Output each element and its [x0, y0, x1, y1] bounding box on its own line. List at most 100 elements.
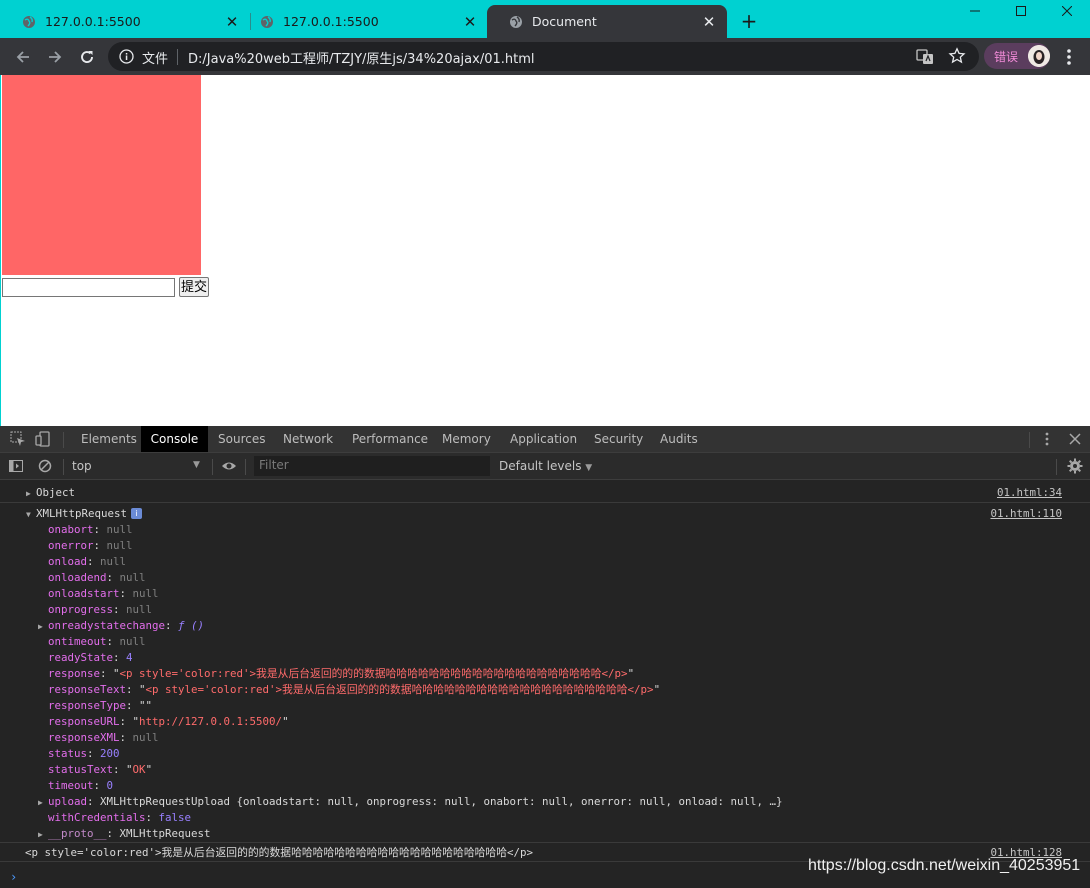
property-row: onprogress: null	[48, 603, 153, 616]
expand-triangle-icon[interactable]: ▶	[38, 795, 48, 811]
more-vert-icon[interactable]	[1039, 431, 1055, 447]
minimize-button[interactable]	[952, 0, 998, 22]
star-icon[interactable]	[948, 47, 966, 65]
log-levels-dropdown[interactable]: Default levels ▼	[499, 459, 592, 473]
source-link[interactable]: 01.html:34	[997, 485, 1062, 501]
expand-triangle-icon[interactable]: ▶	[38, 619, 48, 635]
property-key: onerror	[48, 539, 94, 552]
close-tab-icon[interactable]: ✕	[462, 14, 478, 30]
property-row: statusText: "OK"	[48, 763, 153, 776]
property-key: __proto__	[48, 827, 107, 840]
property-row: onload: null	[48, 555, 127, 568]
globe-icon	[23, 15, 35, 28]
property-row: status: 200	[48, 747, 120, 760]
tab-elements[interactable]: Elements	[73, 426, 145, 452]
back-button[interactable]	[10, 44, 36, 70]
tab-sources[interactable]: Sources	[210, 426, 273, 452]
reload-icon	[81, 51, 93, 63]
property-value: ƒ ()	[178, 619, 205, 632]
text-input[interactable]	[2, 278, 175, 297]
console-message[interactable]: ▶ Object 01.html:34	[0, 485, 1090, 503]
inspect-element-icon[interactable]	[10, 431, 26, 447]
property-key: status	[48, 747, 88, 760]
profile-button[interactable]: 错误	[984, 43, 1050, 69]
property-row: onerror: null	[48, 539, 133, 552]
console-message[interactable]: ▼ XMLHttpRequest i 01.html:110	[0, 506, 1090, 522]
tab-audits[interactable]: Audits	[652, 426, 706, 452]
property-row: ontimeout: null	[48, 635, 146, 648]
property-row[interactable]: ▶ upload: XMLHttpRequestUpload {onloadsta…	[0, 794, 1090, 810]
property-value: XMLHttpRequestUpload {onloadstart: null,…	[100, 795, 783, 808]
info-badge-icon[interactable]: i	[131, 508, 143, 519]
divider	[63, 459, 64, 475]
property-value: 4	[126, 651, 133, 664]
forward-button[interactable]	[42, 44, 68, 70]
red-box	[2, 75, 201, 275]
expand-triangle-icon[interactable]: ▶	[38, 827, 48, 843]
tab-application[interactable]: Application	[502, 426, 585, 452]
tab-title: 127.0.0.1:5500	[283, 14, 379, 29]
maximize-button[interactable]	[998, 0, 1044, 22]
property-value: null	[100, 555, 127, 568]
property-key: upload	[48, 795, 88, 808]
console-prompt-icon[interactable]: ›	[10, 870, 17, 884]
tab-network[interactable]: Network	[275, 426, 341, 452]
address-bar[interactable]: 文件 D:/Java%20web工程师/TZJY/原生js/34%20ajax/…	[108, 42, 979, 71]
property-value: null	[119, 571, 146, 584]
divider	[1056, 459, 1057, 475]
property-row[interactable]: ▶ onreadystatechange: ƒ ()	[0, 618, 1090, 634]
close-devtools-icon[interactable]	[1067, 431, 1083, 447]
browser-tab-3[interactable]: Document ✕	[487, 5, 727, 38]
browser-tab-1[interactable]: 127.0.0.1:5500 ✕	[0, 5, 250, 38]
property-value: XMLHttpRequest	[119, 827, 211, 840]
property-key: ontimeout	[48, 635, 107, 648]
property-value: null	[132, 731, 159, 744]
property-key: responseXML	[48, 731, 120, 744]
property-value: null	[106, 539, 133, 552]
source-link[interactable]: 01.html:110	[990, 506, 1062, 522]
browser-tab-2[interactable]: 127.0.0.1:5500 ✕	[238, 5, 488, 38]
property-value: <p style='color:red'>我是从后台返回的的的数据哈哈哈哈哈哈哈…	[145, 683, 654, 696]
avatar	[1028, 45, 1050, 67]
context-select[interactable]: top	[72, 459, 204, 473]
tab-title: 127.0.0.1:5500	[45, 14, 141, 29]
dropdown-arrow-icon: ▼	[193, 460, 200, 470]
submit-button[interactable]: 提交	[179, 277, 209, 297]
tab-security[interactable]: Security	[586, 426, 651, 452]
property-key: onloadstart	[48, 587, 120, 600]
gear-icon[interactable]	[1067, 458, 1083, 474]
divider	[1029, 432, 1030, 448]
tab-strip: 127.0.0.1:5500 ✕ 127.0.0.1:5500 ✕ Docume…	[0, 0, 1090, 38]
expand-triangle-icon[interactable]: ▶	[26, 486, 36, 502]
new-tab-button[interactable]: +	[737, 9, 761, 33]
translate-icon[interactable]	[916, 48, 934, 66]
more-vert-icon[interactable]	[1060, 47, 1078, 67]
close-window-button[interactable]	[1044, 0, 1090, 22]
tab-performance[interactable]: Performance	[344, 426, 436, 452]
reload-button[interactable]	[74, 44, 100, 70]
console-filter-input[interactable]: Filter	[254, 456, 490, 476]
log-levels-label: Default levels	[499, 459, 582, 473]
watermark: https://blog.csdn.net/weixin_40253951	[808, 857, 1081, 874]
devtools-panel: Elements Console Sources Network Perform…	[0, 426, 1090, 888]
property-row: responseType: ""	[48, 699, 153, 712]
property-row: timeout: 0	[48, 779, 114, 792]
property-row[interactable]: ▶ __proto__: XMLHttpRequest	[0, 826, 1090, 842]
info-icon[interactable]	[119, 49, 134, 64]
device-toggle-icon[interactable]	[35, 431, 51, 447]
property-row: readyState: 4	[48, 651, 133, 664]
tab-memory[interactable]: Memory	[434, 426, 499, 452]
close-tab-icon[interactable]: ✕	[701, 14, 717, 30]
tab-console[interactable]: Console	[141, 426, 208, 452]
page-viewport: 提交	[0, 75, 1090, 426]
property-value: 0	[106, 779, 114, 792]
log-label: XMLHttpRequest	[36, 507, 128, 520]
globe-icon	[261, 15, 273, 28]
url-text[interactable]: D:/Java%20web工程师/TZJY/原生js/34%20ajax/01.…	[188, 48, 535, 67]
sidebar-toggle-icon[interactable]	[8, 458, 24, 474]
property-value: null	[132, 587, 159, 600]
collapse-triangle-icon[interactable]: ▼	[26, 507, 36, 523]
eye-icon[interactable]	[221, 458, 237, 474]
arrow-right-icon	[49, 51, 62, 63]
clear-console-icon[interactable]	[37, 458, 53, 474]
